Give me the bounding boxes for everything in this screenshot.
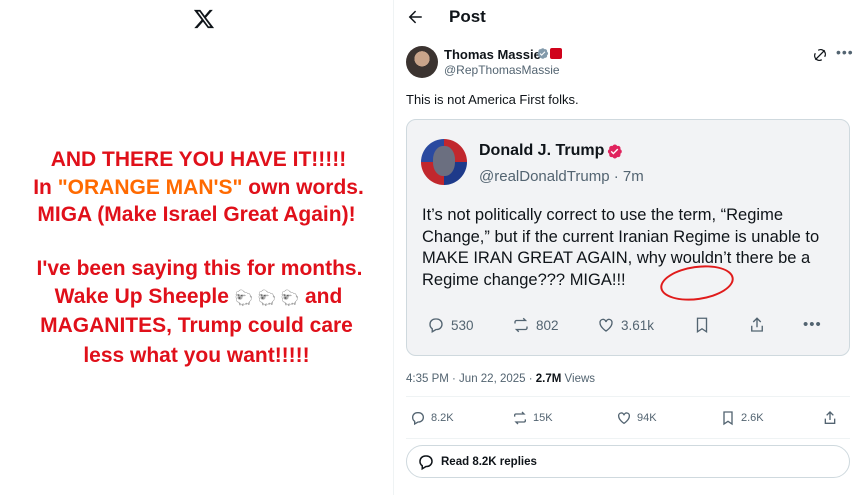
- arrow-left-icon[interactable]: [406, 8, 424, 26]
- verified-badge-icon: [607, 144, 622, 159]
- views-label: Views: [561, 373, 596, 385]
- commentary-line: Wake Up Sheeple 🐑 🐑 🐑 and: [2, 285, 395, 309]
- like-button[interactable]: 94K: [616, 410, 657, 426]
- post-action-bar: 8.2K 15K 94K 2.6K: [406, 410, 850, 428]
- bookmark-icon: [723, 411, 733, 426]
- view-count: 2.7M: [535, 373, 562, 385]
- divider: [406, 438, 850, 439]
- commentary-text: own words.: [242, 176, 364, 199]
- quoted-repost-count: 802: [512, 316, 559, 334]
- reply-button[interactable]: 8.2K: [410, 410, 454, 426]
- repost-button[interactable]: 15K: [512, 410, 553, 426]
- quoted-action-bar: 530 802 3.61k •••: [407, 316, 851, 338]
- more-icon: •••: [803, 316, 822, 333]
- verified-badge-icon: [537, 48, 549, 59]
- flag-icon: [550, 48, 562, 59]
- read-replies-button[interactable]: Read 8.2K replies: [406, 445, 850, 478]
- share-icon: [748, 316, 766, 334]
- quoted-author-avatar: [421, 139, 467, 185]
- quoted-reply-value: 530: [451, 317, 474, 333]
- x-logo-icon: [193, 9, 215, 29]
- quoted-post-text: It’s not politically correct to use the …: [422, 205, 847, 291]
- commentary-line: MAGANITES, Trump could care: [40, 314, 353, 337]
- author-avatar[interactable]: [406, 46, 438, 78]
- reply-icon: [412, 412, 424, 426]
- commentary-line: I've been saying this for months.: [36, 257, 363, 280]
- commentary-text: In: [33, 176, 58, 199]
- repost-icon: [514, 317, 528, 333]
- post-header: Post: [394, 0, 863, 34]
- share-button[interactable]: [822, 410, 838, 426]
- post-text: This is not America First folks.: [406, 92, 579, 107]
- commentary-line: less what you want!!!!!: [83, 344, 310, 367]
- author-handle[interactable]: @RepThomasMassie: [444, 63, 560, 77]
- commentary-line: In "ORANGE MAN'S" own words.: [2, 176, 395, 200]
- quoted-like-value: 3.61k: [621, 317, 655, 333]
- more-options-icon[interactable]: •••: [836, 44, 854, 60]
- post-metadata: 4:35 PM · Jun 22, 2025 · 2.7M Views: [406, 373, 595, 385]
- quoted-reply-count: 530: [427, 316, 474, 334]
- grok-icon[interactable]: [813, 48, 827, 62]
- heart-icon: [599, 318, 613, 332]
- commentary-text: and: [299, 285, 343, 308]
- author-name[interactable]: Thomas Massie: [444, 47, 541, 62]
- quoted-like-count: 3.61k: [597, 316, 654, 334]
- share-icon: [824, 411, 836, 424]
- commentary-line: AND THERE YOU HAVE IT!!!!!: [50, 148, 347, 171]
- left-commentary-panel: AND THERE YOU HAVE IT!!!!! In "ORANGE MA…: [0, 0, 393, 495]
- like-count: 94K: [637, 412, 657, 424]
- quoted-repost-value: 802: [536, 317, 559, 333]
- read-replies-label: Read 8.2K replies: [441, 455, 537, 468]
- quoted-post-image[interactable]: Donald J. Trump @realDonaldTrump · 7m It…: [406, 119, 850, 356]
- sheep-emoji: 🐑 🐑 🐑: [234, 290, 300, 307]
- reply-icon: [429, 318, 443, 333]
- quoted-text-highlight: MIGA!!!: [569, 270, 626, 289]
- speech-bubble-icon: [419, 454, 433, 470]
- page-title: Post: [449, 7, 486, 26]
- bookmark-icon: [693, 316, 711, 334]
- repost-count: 15K: [533, 412, 553, 424]
- post-timestamp[interactable]: 4:35 PM · Jun 22, 2025 ·: [406, 373, 536, 385]
- post-panel: Post Thomas Massie @RepThomasMassie ••• …: [394, 0, 863, 495]
- heart-icon: [618, 412, 630, 425]
- bookmark-button[interactable]: 2.6K: [720, 410, 764, 426]
- quoted-author-handle: @realDonaldTrump · 7m: [479, 168, 644, 185]
- commentary-text: Wake Up Sheeple: [54, 285, 235, 308]
- commentary-line: MIGA (Make Israel Great Again)!: [37, 203, 356, 226]
- commentary-highlight: "ORANGE MAN'S": [57, 176, 243, 199]
- quoted-author-name: Donald J. Trump: [479, 142, 605, 159]
- divider: [406, 396, 850, 397]
- reply-count: 8.2K: [431, 412, 454, 424]
- repost-icon: [514, 411, 526, 425]
- bookmark-count: 2.6K: [741, 412, 764, 424]
